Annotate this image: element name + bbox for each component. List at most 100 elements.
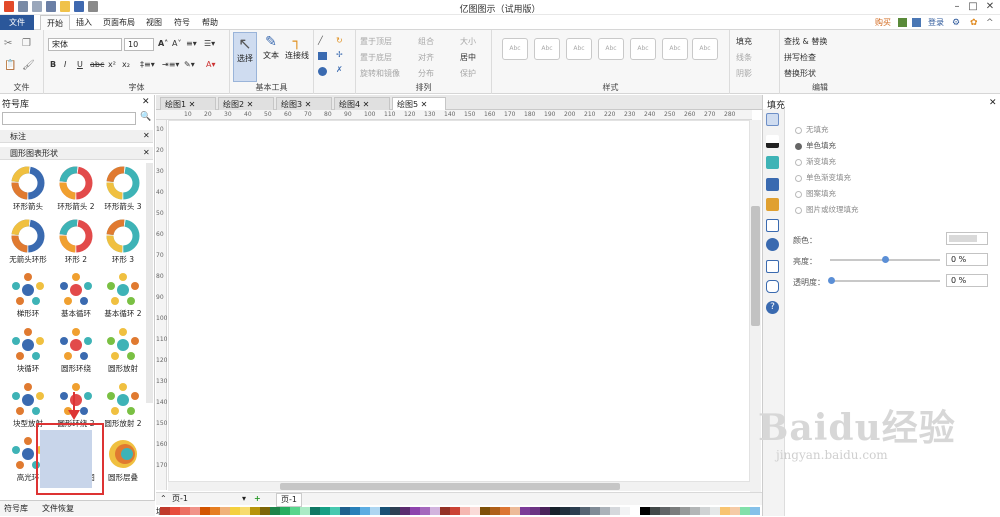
menu-file[interactable]: 文件: [0, 15, 34, 30]
superscript-button[interactable]: x²: [108, 60, 116, 69]
style-swatch-3[interactable]: Abc: [566, 38, 592, 60]
palette-swatch[interactable]: [180, 507, 190, 515]
cut-icon[interactable]: ✂: [4, 38, 12, 49]
palette-swatch[interactable]: [600, 507, 610, 515]
font-family-select[interactable]: 宋体: [48, 38, 122, 51]
palette-swatch[interactable]: [370, 507, 380, 515]
attachment-panel-icon[interactable]: [766, 260, 779, 273]
palette-swatch[interactable]: [690, 507, 700, 515]
transparency-slider-track[interactable]: [830, 280, 940, 282]
tab-file-recovery[interactable]: 文件恢复: [42, 501, 74, 516]
palette-swatch[interactable]: [440, 507, 450, 515]
palette-swatch[interactable]: [730, 507, 740, 515]
doc-tab-2[interactable]: 绘图2 ✕: [218, 97, 274, 110]
palette-swatch[interactable]: [480, 507, 490, 515]
line-spacing-icon[interactable]: ‡≡▾: [140, 60, 155, 69]
style-swatch-5[interactable]: Abc: [630, 38, 656, 60]
section-callout[interactable]: 标注: [0, 130, 153, 143]
doc-tab-1[interactable]: 绘图1 ✕: [160, 97, 216, 110]
palette-swatch[interactable]: [740, 507, 750, 515]
layer-panel-icon[interactable]: [766, 198, 779, 211]
image-panel-icon[interactable]: [766, 178, 779, 191]
font-color-icon[interactable]: A▾: [206, 60, 216, 69]
buy-link[interactable]: 购买: [875, 16, 891, 29]
horizontal-scroll-thumb[interactable]: [280, 483, 620, 490]
add-page-icon[interactable]: +: [254, 493, 261, 505]
shape-item[interactable]: 环形箭头: [4, 163, 52, 217]
paste-icon[interactable]: 📋: [4, 60, 16, 71]
palette-swatch[interactable]: [520, 507, 530, 515]
ribbon-collapse-icon[interactable]: ^: [986, 18, 994, 28]
palette-swatch[interactable]: [620, 507, 630, 515]
palette-swatch[interactable]: [450, 507, 460, 515]
palette-swatch[interactable]: [580, 507, 590, 515]
palette-swatch[interactable]: [380, 507, 390, 515]
palette-swatch[interactable]: [400, 507, 410, 515]
doc-tab-3[interactable]: 绘图3 ✕: [276, 97, 332, 110]
palette-swatch[interactable]: [560, 507, 570, 515]
menu-tab-view[interactable]: 视图: [142, 15, 166, 30]
fill-option-single-gradient[interactable]: 单色渐变填充: [795, 172, 851, 183]
polyline-tool-icon[interactable]: ✢: [336, 50, 343, 59]
palette-swatch[interactable]: [280, 507, 290, 515]
font-size-select[interactable]: 10: [124, 38, 154, 51]
fill-option-none[interactable]: 无填充: [795, 124, 829, 135]
protect-button[interactable]: 保护: [460, 68, 476, 79]
palette-swatch[interactable]: [710, 507, 720, 515]
palette-swatch[interactable]: [410, 507, 420, 515]
group-button[interactable]: 组合: [418, 36, 434, 47]
fill-dropdown[interactable]: 填充: [736, 36, 752, 47]
palette-swatch[interactable]: [340, 507, 350, 515]
search-icon[interactable]: 🔍: [140, 112, 151, 122]
palette-swatch[interactable]: [530, 507, 540, 515]
page-tab[interactable]: 页-1: [276, 493, 302, 507]
subscript-button[interactable]: x₂: [122, 60, 130, 69]
vertical-scroll-thumb[interactable]: [751, 206, 760, 326]
strikethrough-button[interactable]: abc: [90, 60, 104, 69]
comment-panel-icon[interactable]: [766, 280, 779, 293]
section-circular-close-icon[interactable]: ✕: [143, 148, 150, 157]
palette-swatch[interactable]: [550, 507, 560, 515]
palette-swatch[interactable]: [700, 507, 710, 515]
bring-front-button[interactable]: 置于顶层: [360, 36, 392, 47]
settings-gear-icon[interactable]: ⚙: [952, 18, 960, 28]
copy-icon[interactable]: ❐: [22, 38, 31, 49]
brightness-slider-thumb[interactable]: [882, 256, 889, 263]
fill-panel-icon[interactable]: [766, 113, 779, 126]
library-search-input[interactable]: [2, 112, 136, 125]
palette-swatch[interactable]: [540, 507, 550, 515]
fill-option-solid[interactable]: 单色填充: [795, 140, 836, 151]
palette-swatch[interactable]: [500, 507, 510, 515]
menu-tab-insert[interactable]: 插入: [72, 15, 96, 30]
palette-swatch[interactable]: [630, 507, 640, 515]
doc-tab-5-active[interactable]: 绘图5 ✕: [392, 97, 446, 110]
style-swatch-6[interactable]: Abc: [662, 38, 688, 60]
palette-swatch[interactable]: [330, 507, 340, 515]
line-dropdown[interactable]: 线条: [736, 52, 752, 63]
fill-option-gradient[interactable]: 渐变填充: [795, 156, 836, 167]
palette-swatch[interactable]: [420, 507, 430, 515]
palette-swatch[interactable]: [210, 507, 220, 515]
shape-item[interactable]: 圆形层叠: [99, 434, 147, 488]
palette-swatch[interactable]: [200, 507, 210, 515]
palette-swatch[interactable]: [650, 507, 660, 515]
font-grow-icon[interactable]: A˄: [158, 39, 168, 48]
palette-swatch[interactable]: [260, 507, 270, 515]
close-button[interactable]: ✕: [983, 0, 997, 14]
curve-tool-icon[interactable]: ↻: [336, 36, 343, 45]
palette-swatch[interactable]: [170, 507, 180, 515]
tab-symbol-library[interactable]: 符号库: [4, 501, 28, 516]
size-button[interactable]: 大小: [460, 36, 476, 47]
shape-item[interactable]: 圆形放射: [99, 325, 147, 379]
menu-tab-symbol[interactable]: 符号: [170, 15, 194, 30]
palette-swatch[interactable]: [240, 507, 250, 515]
page-panel-icon[interactable]: [766, 219, 779, 232]
palette-swatch[interactable]: [490, 507, 500, 515]
color-palette[interactable]: [160, 506, 760, 516]
menu-tab-help[interactable]: 帮助: [198, 15, 222, 30]
palette-swatch[interactable]: [320, 507, 330, 515]
text-tool-button[interactable]: ✎ 文本: [258, 34, 284, 61]
italic-button[interactable]: I: [64, 60, 66, 69]
style-swatch-1[interactable]: Abc: [502, 38, 528, 60]
center-button[interactable]: 居中: [460, 52, 476, 63]
